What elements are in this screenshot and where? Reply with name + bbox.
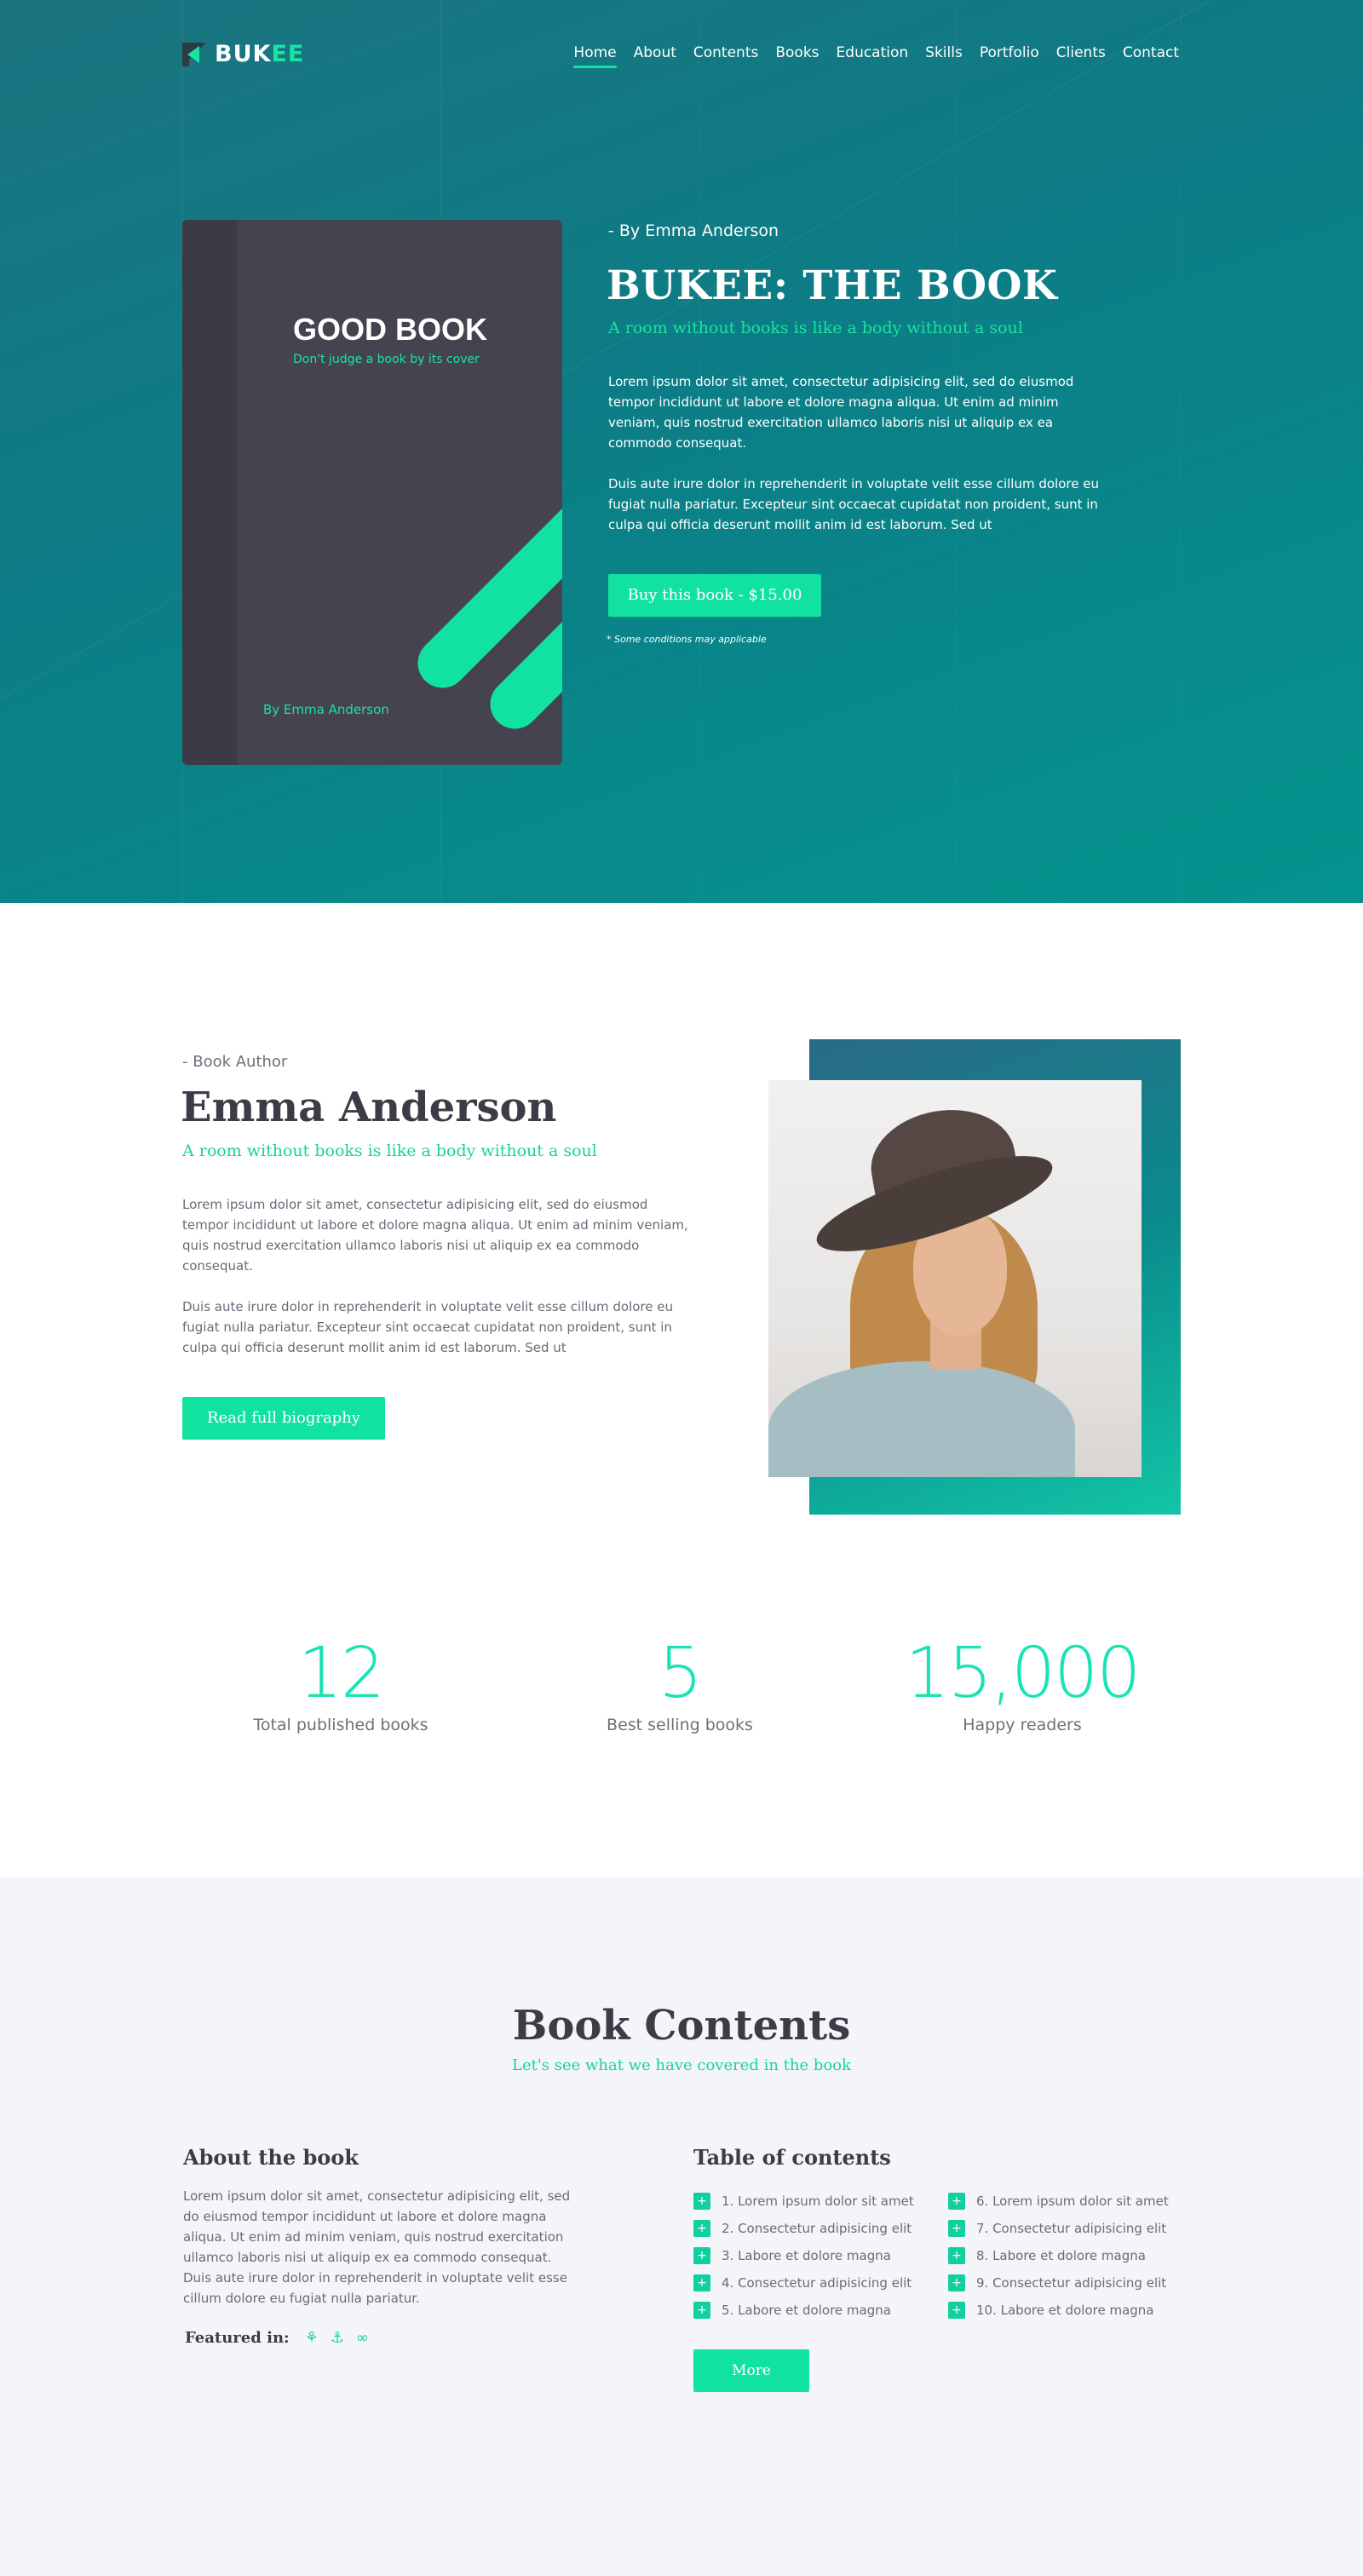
book-cover-author: By Emma Anderson [263,702,389,717]
stat-label: Happy readers [963,1716,1082,1734]
contents-section: Book Contents Let's see what we have cov… [0,1877,1363,2576]
toc-item[interactable]: +10. Labore et dolore magna [948,2297,1169,2324]
plus-icon: + [693,2274,710,2291]
stat-readers: 15,000 Happy readers [886,1633,1159,1735]
nav-contact[interactable]: Contact [1123,44,1179,68]
plus-icon: + [693,2193,710,2210]
logo-text-part2: EE [271,41,305,67]
plus-icon: + [693,2247,710,2264]
book-cover-tagline: Don't judge a book by its cover [293,353,480,366]
stat-value: 15,000 [905,1633,1142,1714]
toc-column-1: +1. Lorem ipsum dolor sit amet +2. Conse… [693,2188,914,2324]
featured-label: Featured in: [185,2329,290,2347]
amazon-alt-icon[interactable]: ⚓ [331,2329,344,2347]
toc-item-text: 8. Labore et dolore magna [976,2248,1146,2263]
author-portrait [768,1080,1142,1477]
stat-label: Total published books [253,1716,428,1734]
book-cover: GOOD BOOK Don't judge a book by its cove… [182,220,562,765]
plus-icon: + [948,2193,965,2210]
toc-item-text: 5. Labore et dolore magna [722,2303,891,2318]
toc-item[interactable]: +9. Consectetur adipisicing elit [948,2269,1169,2297]
toc-item[interactable]: +6. Lorem ipsum dolor sit amet [948,2188,1169,2215]
buy-book-button[interactable]: Buy this book - $15.00 [608,574,821,617]
stat-value: 12 [297,1633,385,1714]
stat-label: Best selling books [607,1716,753,1734]
author-paragraph: Duis aute irure dolor in reprehenderit i… [182,1299,673,1355]
amazon-icon[interactable]: ⚘ [305,2329,319,2347]
hero-paragraph: Duis aute irure dolor in reprehenderit i… [608,476,1099,532]
stat-value: 5 [658,1633,703,1714]
toc-item[interactable]: +1. Lorem ipsum dolor sit amet [693,2188,914,2215]
hero-subtitle: A room without books is like a body with… [608,319,1023,337]
book-cover-title: GOOD BOOK [293,312,488,347]
contents-title: Book Contents [512,2002,851,2050]
stat-published: 12 Total published books [204,1633,477,1735]
toc-item-text: 4. Consectetur adipisicing elit [722,2275,912,2291]
toc-column-2: +6. Lorem ipsum dolor sit amet +7. Conse… [948,2188,1169,2324]
plus-icon: + [693,2220,710,2237]
hero-title: BUKEE: THE BOOK [607,262,1058,309]
plus-icon: + [948,2274,965,2291]
toc-item-text: 7. Consectetur adipisicing elit [976,2221,1167,2236]
logo-text: BUKEE [215,41,304,67]
nav-home[interactable]: Home [573,44,617,68]
about-book-text: Lorem ipsum dolor sit amet, consectetur … [183,2188,571,2306]
toc-item[interactable]: +7. Consectetur adipisicing elit [948,2215,1169,2242]
toc-item-text: 9. Consectetur adipisicing elit [976,2275,1167,2291]
author-label: - Book Author [182,1053,288,1071]
author-paragraph: Lorem ipsum dolor sit amet, consectetur … [182,1197,688,1274]
nav-skills[interactable]: Skills [925,44,963,68]
contents-subtitle: Let's see what we have covered in the bo… [512,2056,851,2074]
plus-icon: + [948,2302,965,2319]
about-book-heading: About the book [183,2145,359,2170]
nav-portfolio[interactable]: Portfolio [980,44,1039,68]
author-subtitle: A room without books is like a body with… [182,1141,597,1160]
logo-text-part1: BUK [215,41,272,67]
book-spine [182,220,237,765]
plus-icon: + [948,2247,965,2264]
goodreads-icon[interactable]: ∞ [356,2329,369,2347]
author-name: Emma Anderson [181,1084,557,1131]
toc-item[interactable]: +5. Labore et dolore magna [693,2297,914,2324]
toc-item[interactable]: +3. Labore et dolore magna [693,2242,914,2269]
toc-item-text: 1. Lorem ipsum dolor sit amet [722,2194,914,2209]
hero-paragraph: Lorem ipsum dolor sit amet, consectetur … [608,374,1074,451]
toc-heading: Table of contents [693,2145,891,2170]
logo-icon [182,42,206,66]
toc-item-text: 3. Labore et dolore magna [722,2248,891,2263]
toc-item[interactable]: +8. Labore et dolore magna [948,2242,1169,2269]
nav-education[interactable]: Education [837,44,909,68]
more-button[interactable]: More [693,2349,809,2392]
hero-byline: - By Emma Anderson [608,221,779,240]
toc-item-text: 6. Lorem ipsum dolor sit amet [976,2194,1169,2209]
plus-icon: + [693,2302,710,2319]
nav-about[interactable]: About [634,44,676,68]
hero-note: * Some conditions may applicable [607,634,767,645]
read-biography-button[interactable]: Read full biography [182,1397,385,1440]
logo[interactable]: BUKEE [182,41,304,67]
hero-section: BUKEE Home About Contents Books Educatio… [0,0,1363,903]
nav-clients[interactable]: Clients [1056,44,1106,68]
toc-item-text: 2. Consectetur adipisicing elit [722,2221,912,2236]
plus-icon: + [948,2220,965,2237]
toc-item-text: 10. Labore et dolore magna [976,2303,1154,2318]
nav-books[interactable]: Books [775,44,819,68]
main-nav: Home About Contents Books Education Skil… [556,44,1179,68]
nav-contents[interactable]: Contents [693,44,758,68]
stat-best-selling: 5 Best selling books [543,1633,816,1735]
hero-stripe [1181,0,1182,903]
toc-item[interactable]: +4. Consectetur adipisicing elit [693,2269,914,2297]
toc-item[interactable]: +2. Consectetur adipisicing elit [693,2215,914,2242]
featured-in: Featured in: ⚘ ⚓ ∞ [185,2329,381,2347]
